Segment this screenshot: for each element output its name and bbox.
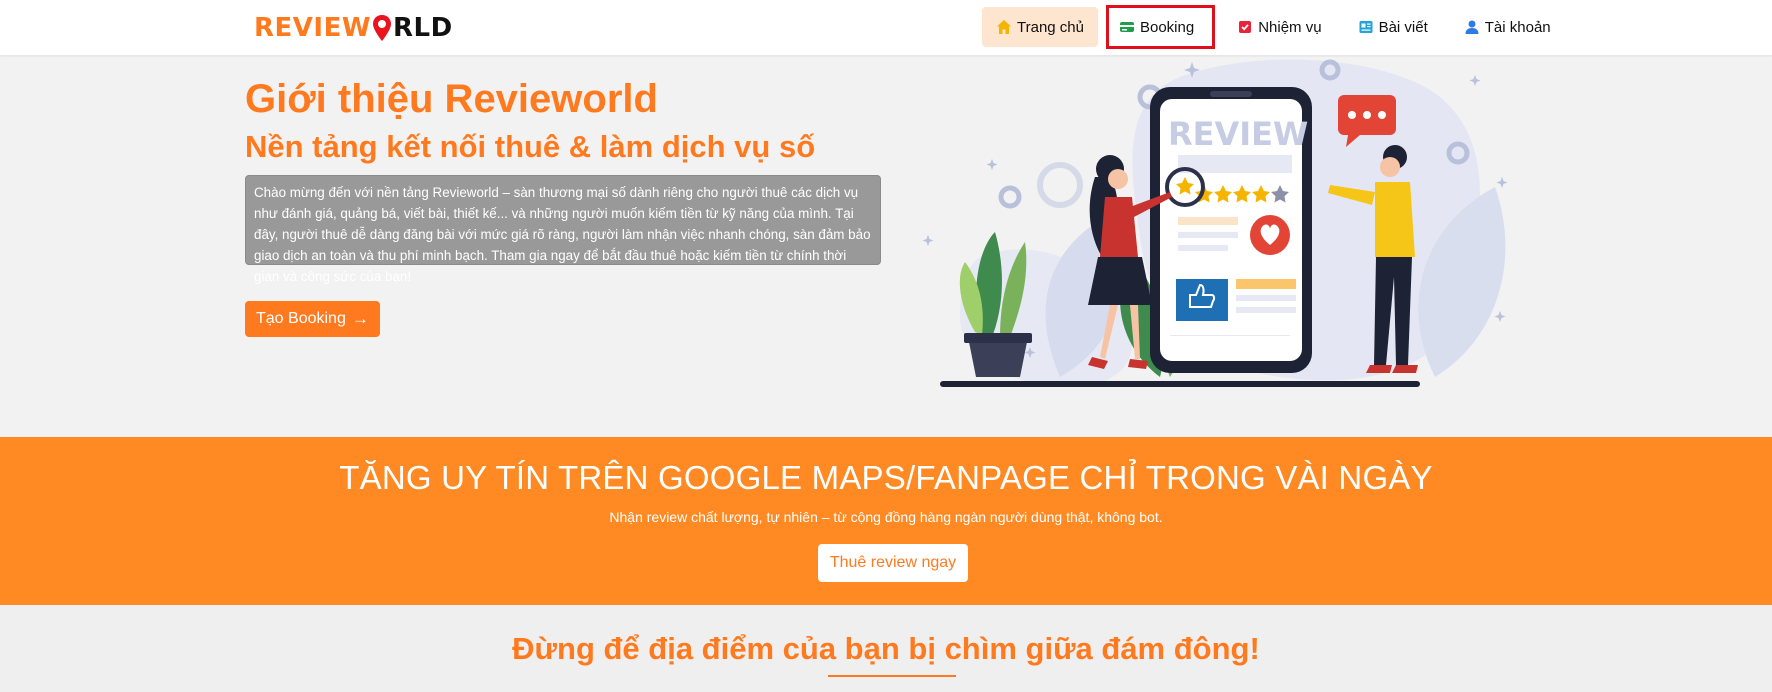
banner-subtitle: Nhận review chất lượng, tự nhiên – từ cộ… bbox=[609, 509, 1163, 525]
main-nav: Trang chủ Booking Nhiệm vụ Bài viết Tài … bbox=[982, 5, 1573, 49]
nav-item-account[interactable]: Tài khoản bbox=[1450, 7, 1565, 47]
user-icon bbox=[1465, 20, 1479, 34]
logo-text-review: REVIEW bbox=[254, 13, 372, 43]
nav-item-articles[interactable]: Bài viết bbox=[1344, 7, 1442, 47]
site-header: REVIEW RLD Trang chủ Booking Nhiệm vụ Bà… bbox=[0, 0, 1772, 56]
article-icon bbox=[1359, 21, 1373, 33]
nav-label-booking: Booking bbox=[1139, 18, 1195, 36]
promo-banner: TĂNG UY TÍN TRÊN GOOGLE MAPS/FANPAGE CHỈ… bbox=[0, 437, 1772, 605]
hero-section: Giới thiệu Revieworld Nền tảng kết nối t… bbox=[0, 57, 1772, 437]
review-illustration: REVIEW bbox=[922, 59, 1508, 387]
location-pin-icon bbox=[373, 15, 392, 41]
banner-title: TĂNG UY TÍN TRÊN GOOGLE MAPS/FANPAGE CHỈ… bbox=[339, 459, 1433, 496]
nav-label-articles: Bài viết bbox=[1378, 18, 1428, 36]
logo-text-rld: RLD bbox=[393, 13, 453, 43]
revieworld-logo[interactable]: REVIEW RLD bbox=[254, 12, 453, 44]
arrow-right-icon: → bbox=[351, 309, 369, 328]
hire-review-button[interactable]: Thuê review ngay bbox=[818, 544, 968, 582]
create-booking-label: Tạo Booking bbox=[256, 310, 346, 327]
hero-subtitle: Nền tảng kết nối thuê & làm dịch vụ số bbox=[245, 129, 816, 164]
nav-label-account: Tài khoản bbox=[1484, 18, 1551, 36]
nav-item-home[interactable]: Trang chủ bbox=[982, 7, 1098, 47]
task-icon bbox=[1239, 21, 1252, 33]
hero-title: Giới thiệu Revieworld bbox=[245, 77, 658, 121]
bottom-section: Đừng để địa điểm của bạn bị chìm giữa đá… bbox=[0, 605, 1772, 692]
nav-label-tasks: Nhiệm vụ bbox=[1258, 18, 1322, 36]
hero-description: Chào mừng đến với nền tảng Revieworld – … bbox=[245, 175, 881, 284]
nav-item-tasks[interactable]: Nhiệm vụ bbox=[1223, 7, 1335, 47]
nav-item-booking[interactable]: Booking bbox=[1105, 5, 1216, 49]
bottom-title: Đừng để địa điểm của bạn bị chìm giữa đá… bbox=[512, 631, 1260, 666]
nav-label-home: Trang chủ bbox=[1017, 18, 1084, 36]
title-underline bbox=[828, 675, 956, 677]
home-icon bbox=[997, 20, 1011, 34]
create-booking-button[interactable]: Tạo Booking → bbox=[245, 301, 380, 337]
card-icon bbox=[1119, 22, 1134, 32]
illustration-review-word: REVIEW bbox=[1168, 115, 1308, 153]
